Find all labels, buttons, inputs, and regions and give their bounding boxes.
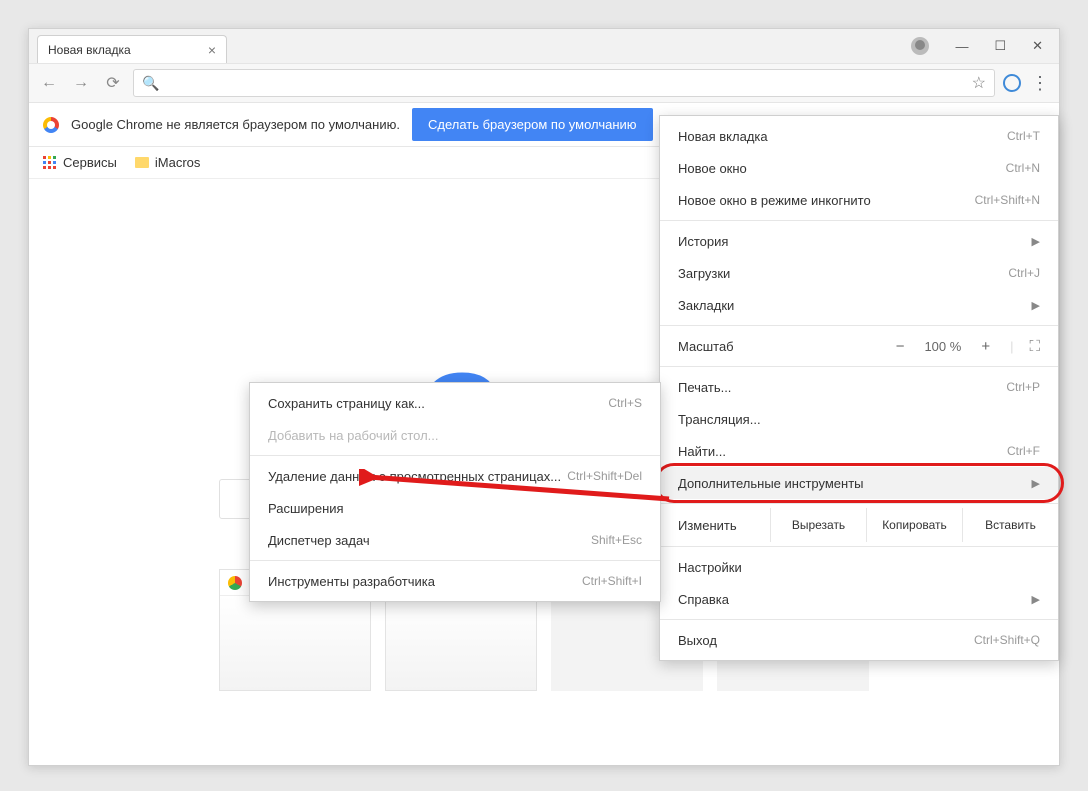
menu-print[interactable]: Печать...Ctrl+P <box>660 371 1058 403</box>
reload-icon[interactable]: ⟳ <box>101 71 125 95</box>
close-tab-icon[interactable]: × <box>208 42 216 58</box>
chrome-favicon-icon <box>228 576 242 590</box>
search-icon: 🔍 <box>142 75 159 92</box>
bookmark-folder-imacros[interactable]: iMacros <box>135 155 201 170</box>
menu-copy-button[interactable]: Копировать <box>866 508 962 542</box>
tile-thumbnail <box>220 596 370 690</box>
menu-edit-label: Изменить <box>660 508 770 542</box>
menu-zoom: Масштаб − 100 % + | ⛶ <box>660 330 1058 362</box>
infobar-text: Google Chrome не является браузером по у… <box>71 117 400 132</box>
chevron-right-icon: ▶ <box>1032 477 1040 490</box>
chrome-menu-button[interactable]: ⋮ <box>1029 72 1051 94</box>
toolbar: ← → ⟳ 🔍 ☆ ⋮ <box>29 63 1059 103</box>
submenu-save-page-as[interactable]: Сохранить страницу как...Ctrl+S <box>250 387 660 419</box>
menu-downloads[interactable]: ЗагрузкиCtrl+J <box>660 257 1058 289</box>
omnibox[interactable]: 🔍 ☆ <box>133 69 995 97</box>
bookmark-folder-label: iMacros <box>155 155 201 170</box>
zoom-out-button[interactable]: − <box>892 338 909 355</box>
tab-title: Новая вкладка <box>48 43 131 57</box>
chevron-right-icon: ▶ <box>1032 299 1040 312</box>
back-icon[interactable]: ← <box>37 71 61 95</box>
fullscreen-icon[interactable]: ⛶ <box>1029 338 1040 355</box>
menu-separator <box>660 325 1058 326</box>
menu-settings[interactable]: Настройки <box>660 551 1058 583</box>
tabstrip: Новая вкладка × — ☐ ✕ <box>29 29 1059 63</box>
forward-icon[interactable]: → <box>69 71 93 95</box>
menu-help[interactable]: Справка▶ <box>660 583 1058 615</box>
set-default-browser-button[interactable]: Сделать браузером по умолчанию <box>412 108 653 141</box>
submenu-developer-tools[interactable]: Инструменты разработчикаCtrl+Shift+I <box>250 565 660 597</box>
menu-separator <box>660 619 1058 620</box>
menu-cast[interactable]: Трансляция... <box>660 403 1058 435</box>
profile-avatar-icon[interactable] <box>911 37 929 55</box>
window-controls: — ☐ ✕ <box>895 29 1059 63</box>
submenu-add-to-desktop: Добавить на рабочий стол... <box>250 419 660 451</box>
zoom-in-button[interactable]: + <box>977 338 994 355</box>
menu-separator <box>250 560 660 561</box>
menu-separator <box>660 366 1058 367</box>
menu-paste-button[interactable]: Вставить <box>962 508 1058 542</box>
menu-separator <box>660 220 1058 221</box>
chrome-logo-icon <box>43 117 59 133</box>
submenu-clear-browsing-data[interactable]: Удаление данных о просмотренных страница… <box>250 460 660 492</box>
menu-incognito[interactable]: Новое окно в режиме инкогнитоCtrl+Shift+… <box>660 184 1058 216</box>
tile-thumbnail <box>386 596 536 690</box>
menu-separator <box>250 455 660 456</box>
bookmark-apps[interactable]: Сервисы <box>43 155 117 170</box>
folder-icon <box>135 157 149 168</box>
maximize-icon[interactable]: ☐ <box>994 38 1006 54</box>
menu-history[interactable]: История▶ <box>660 225 1058 257</box>
minimize-icon[interactable]: — <box>955 39 968 54</box>
bookmark-star-icon[interactable]: ☆ <box>972 73 986 93</box>
menu-separator <box>660 546 1058 547</box>
menu-bookmarks[interactable]: Закладки▶ <box>660 289 1058 321</box>
menu-new-window[interactable]: Новое окноCtrl+N <box>660 152 1058 184</box>
menu-new-tab[interactable]: Новая вкладкаCtrl+T <box>660 120 1058 152</box>
chrome-main-menu: Новая вкладкаCtrl+T Новое окноCtrl+N Нов… <box>659 115 1059 661</box>
submenu-extensions[interactable]: Расширения <box>250 492 660 524</box>
chrome-window: Новая вкладка × — ☐ ✕ ← → ⟳ 🔍 ☆ ⋮ Google… <box>28 28 1060 766</box>
extension-icon[interactable] <box>1003 74 1021 92</box>
menu-edit-row: Изменить Вырезать Копировать Вставить <box>660 508 1058 542</box>
submenu-task-manager[interactable]: Диспетчер задачShift+Esc <box>250 524 660 556</box>
menu-separator <box>660 503 1058 504</box>
chevron-right-icon: ▶ <box>1032 593 1040 606</box>
chevron-right-icon: ▶ <box>1032 235 1040 248</box>
menu-exit[interactable]: ВыходCtrl+Shift+Q <box>660 624 1058 656</box>
menu-cut-button[interactable]: Вырезать <box>770 508 866 542</box>
more-tools-submenu: Сохранить страницу как...Ctrl+S Добавить… <box>249 382 661 602</box>
apps-grid-icon <box>43 156 57 170</box>
zoom-value: 100 % <box>924 339 961 354</box>
bookmark-apps-label: Сервисы <box>63 155 117 170</box>
menu-more-tools[interactable]: Дополнительные инструменты ▶ <box>660 467 1058 499</box>
close-window-icon[interactable]: ✕ <box>1032 38 1043 54</box>
browser-tab[interactable]: Новая вкладка × <box>37 35 227 63</box>
menu-find[interactable]: Найти...Ctrl+F <box>660 435 1058 467</box>
